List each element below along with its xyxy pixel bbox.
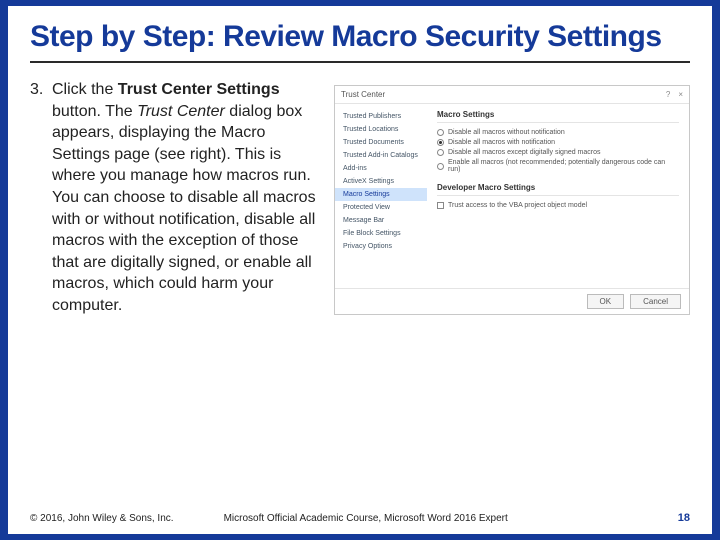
dev-option-row[interactable]: Trust access to the VBA project object m… [437,202,679,209]
dialog-titlebar: Trust Center ? × [335,86,689,103]
dev-settings-heading: Developer Macro Settings [437,183,679,196]
content-area: 3. Click the Trust Center Settings butto… [30,63,690,506]
sidebar-item[interactable]: Trusted Add-in Catalogs [335,149,427,162]
dialog-title: Trust Center [341,90,385,99]
sidebar-item[interactable]: Trusted Locations [335,123,427,136]
sidebar-item[interactable]: ActiveX Settings [335,175,427,188]
ok-button[interactable]: OK [587,294,625,309]
step-block: 3. Click the Trust Center Settings butto… [30,79,316,506]
macro-option-row[interactable]: Disable all macros with notification [437,139,679,146]
checkbox-icon[interactable] [437,202,444,209]
dialog-body: Trusted PublishersTrusted LocationsTrust… [335,103,689,288]
dialog-main: Macro Settings Disable all macros withou… [427,104,689,288]
radio-icon[interactable] [437,129,444,136]
page-title: Step by Step: Review Macro Security Sett… [30,20,690,63]
macro-option-row[interactable]: Disable all macros without notification [437,129,679,136]
trust-center-dialog: Trust Center ? × Trusted PublishersTrust… [334,85,690,315]
step-text: Click the Trust Center Settings button. … [52,79,316,506]
page-number: 18 [678,512,690,524]
close-icon[interactable]: × [678,90,683,99]
sidebar-item[interactable]: Protected View [335,201,427,214]
radio-icon[interactable] [437,163,444,170]
sidebar-item[interactable]: Macro Settings [335,188,427,201]
macro-option-label: Disable all macros without notification [448,129,565,136]
macro-option-row[interactable]: Enable all macros (not recommended; pote… [437,159,679,173]
sidebar-item[interactable]: Add-ins [335,162,427,175]
cancel-button[interactable]: Cancel [630,294,681,309]
step-number: 3. [30,79,52,506]
macro-settings-heading: Macro Settings [437,110,679,123]
help-icon[interactable]: ? [666,90,670,99]
radio-icon[interactable] [437,149,444,156]
sidebar-item[interactable]: Trusted Publishers [335,110,427,123]
dialog-sidebar: Trusted PublishersTrusted LocationsTrust… [335,104,427,288]
macro-option-label: Disable all macros with notification [448,139,555,146]
sidebar-item[interactable]: Privacy Options [335,240,427,253]
dev-option-label: Trust access to the VBA project object m… [448,202,587,209]
figure-area: Trust Center ? × Trusted PublishersTrust… [334,79,690,506]
dialog-footer: OK Cancel [335,288,689,314]
sidebar-item[interactable]: Message Bar [335,214,427,227]
radio-icon[interactable] [437,139,444,146]
slide-footer: © 2016, John Wiley & Sons, Inc. Microsof… [30,506,690,524]
macro-option-label: Enable all macros (not recommended; pote… [448,159,679,173]
sidebar-item[interactable]: Trusted Documents [335,136,427,149]
sidebar-item[interactable]: File Block Settings [335,227,427,240]
macro-option-label: Disable all macros except digitally sign… [448,149,601,156]
macro-option-row[interactable]: Disable all macros except digitally sign… [437,149,679,156]
copyright-text: © 2016, John Wiley & Sons, Inc. [30,513,174,524]
course-text: Microsoft Official Academic Course, Micr… [174,513,678,524]
slide: Step by Step: Review Macro Security Sett… [8,6,712,534]
